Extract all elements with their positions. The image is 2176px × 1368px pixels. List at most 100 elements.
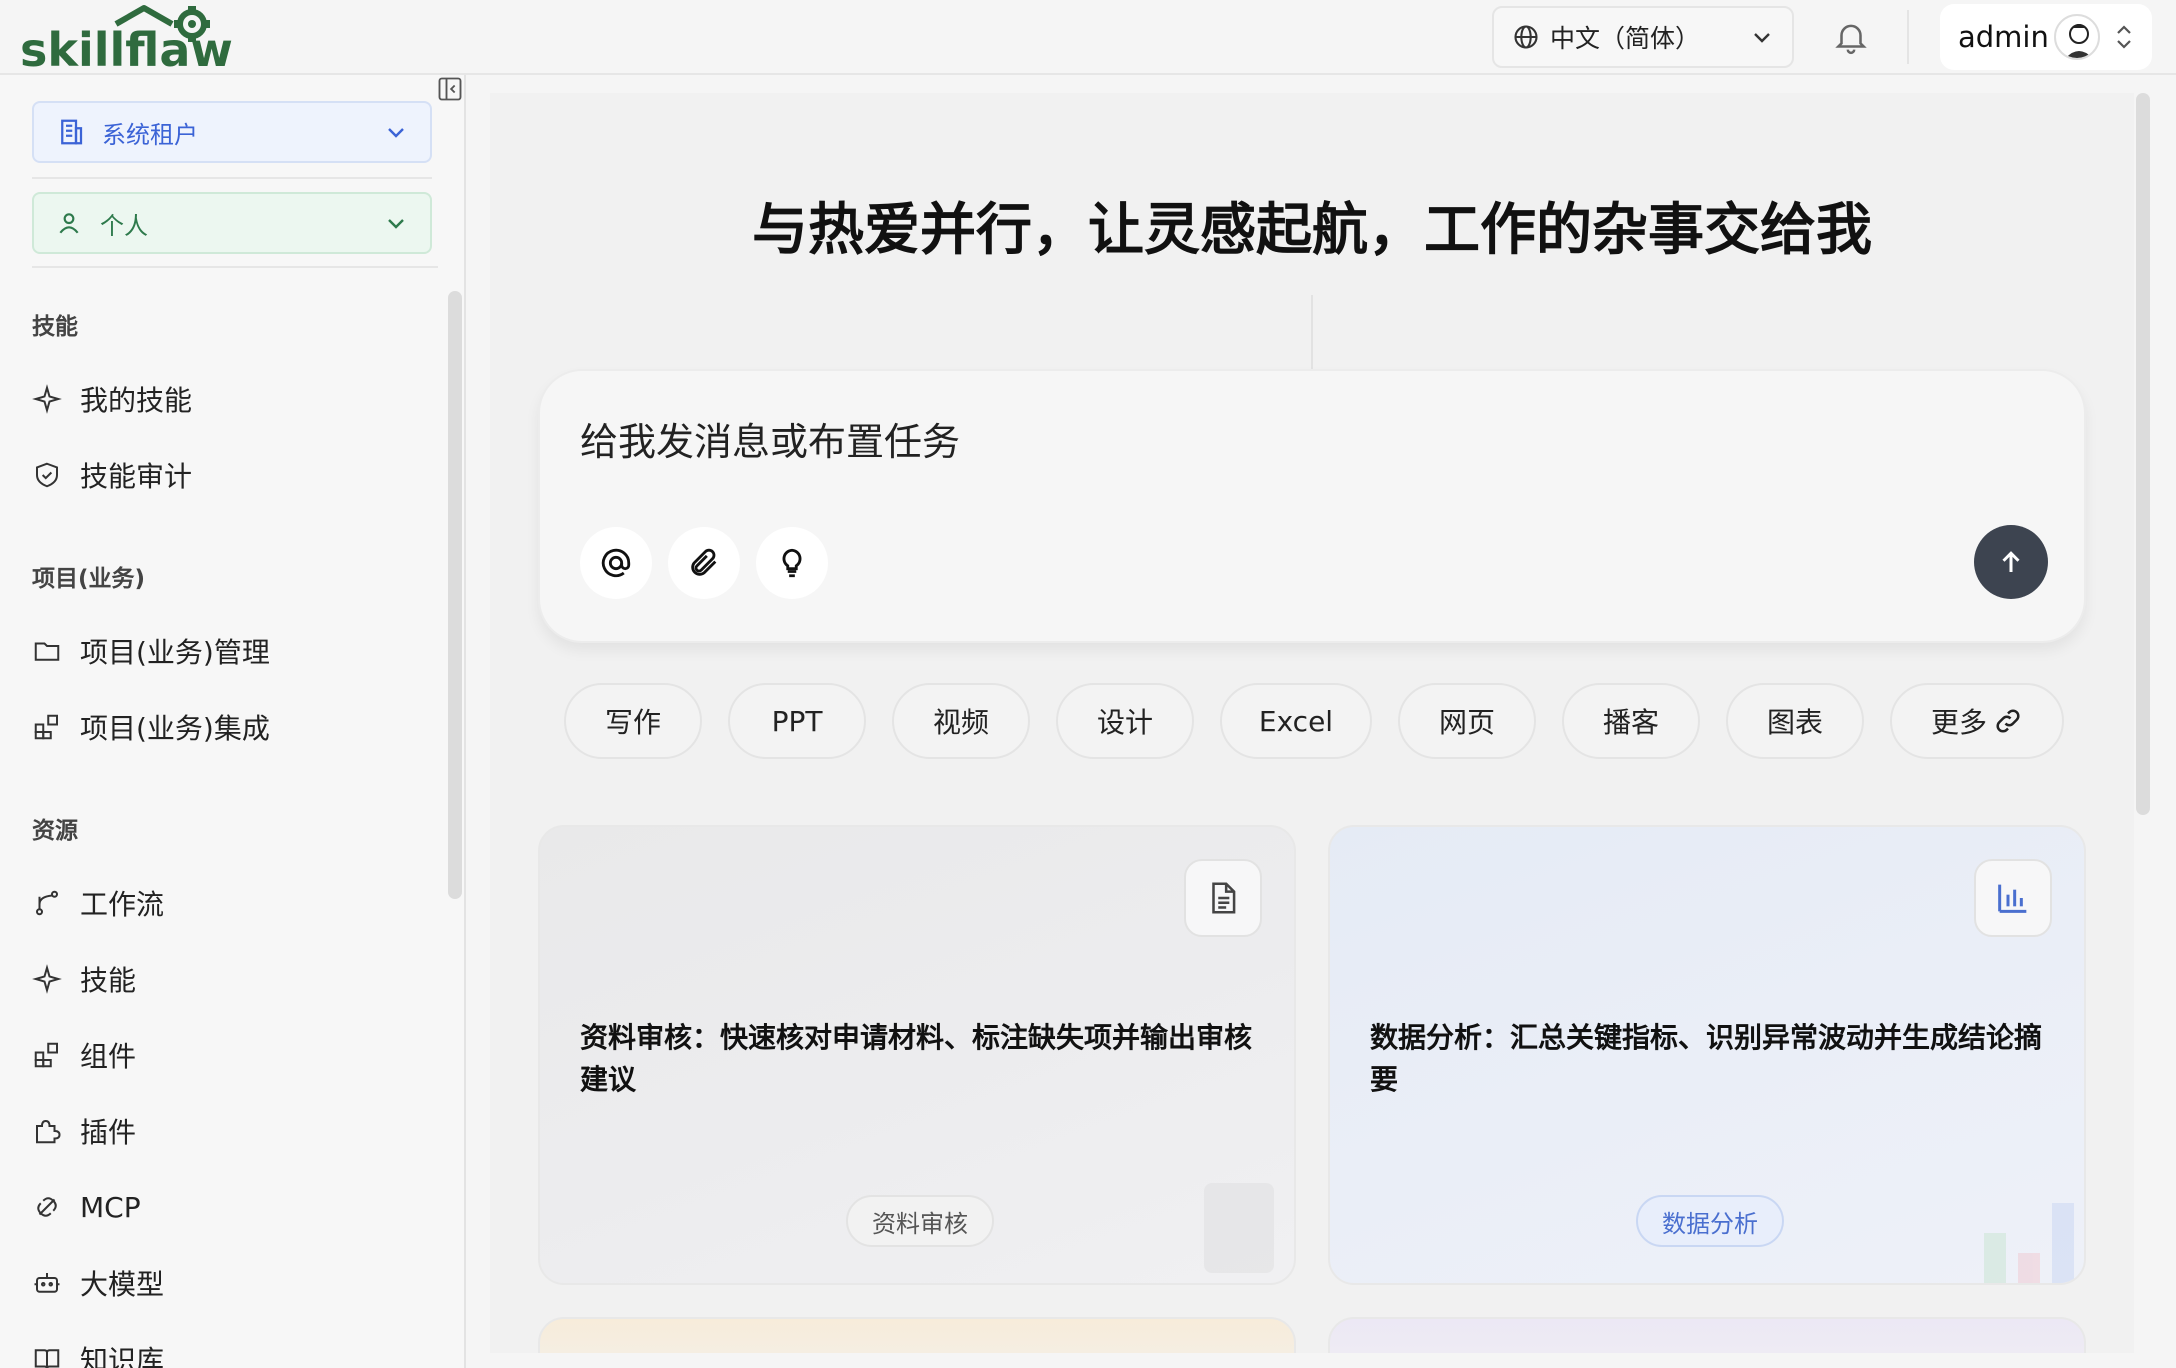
bar-chart-icon xyxy=(1974,859,2052,937)
svg-text:skillflaw: skillflaw xyxy=(20,23,233,70)
user-icon xyxy=(59,213,79,234)
chat-input-box[interactable]: 给我发消息或布置任务 xyxy=(538,369,2086,643)
sidebar-item-llm[interactable]: 大模型 xyxy=(32,1261,164,1305)
sidebar-item-label: 项目(业务)管理 xyxy=(80,636,270,669)
sidebar-item-label: 插件 xyxy=(80,1116,137,1149)
sidebar-item-label: 工作流 xyxy=(80,888,165,921)
blocks-icon xyxy=(34,714,58,740)
divider xyxy=(1311,295,1313,375)
bar-chart-icon xyxy=(1984,1203,2074,1283)
quick-actions: 写作 PPT 视频 设计 Excel 网页 播客 图表 更多 xyxy=(564,683,2064,759)
sidebar-item-skills[interactable]: 技能 xyxy=(32,957,136,1001)
chip-more-label: 更多 xyxy=(1930,706,1987,739)
sparkle-icon xyxy=(32,964,62,994)
folder-icon xyxy=(34,642,60,661)
sidebar-item-project-management[interactable]: 项目(业务)管理 xyxy=(32,629,270,673)
task-card-document-review[interactable]: 资料审核：快速核对申请材料、标注缺失项并输出审核建议 资料审核 xyxy=(538,825,1296,1285)
robot-icon xyxy=(34,1273,60,1293)
document-icon xyxy=(1204,1183,1274,1273)
sparkle-icon xyxy=(32,384,62,414)
sidebar-item-label: 技能 xyxy=(80,964,137,997)
collapse-sidebar-icon[interactable] xyxy=(436,75,464,103)
chevron-updown-icon xyxy=(2117,25,2131,49)
chevron-down-icon xyxy=(388,128,404,138)
mention-button[interactable] xyxy=(580,527,652,599)
document-icon xyxy=(1184,859,1262,937)
chevron-down-icon xyxy=(388,219,404,229)
sidebar-item-label: 技能审计 xyxy=(80,460,193,493)
sidebar-item-mcp[interactable]: MCP xyxy=(32,1185,141,1229)
task-card-partial[interactable] xyxy=(538,1317,1296,1353)
user-menu[interactable]: admin xyxy=(1940,4,2152,70)
chip-webpage[interactable]: 网页 xyxy=(1398,683,1536,759)
section-title-resources: 资源 xyxy=(32,818,78,844)
bell-icon[interactable] xyxy=(1832,18,1870,56)
tenant-label: 系统租户 xyxy=(102,120,198,149)
section-title-projects: 项目(业务) xyxy=(32,566,146,592)
divider xyxy=(32,177,432,179)
sidebar-item-workflow[interactable]: 工作流 xyxy=(32,881,164,925)
sidebar-item-label: MCP xyxy=(80,1190,141,1224)
section-title-skills: 技能 xyxy=(32,314,78,340)
attach-button[interactable] xyxy=(668,527,740,599)
chip-design[interactable]: 设计 xyxy=(1056,683,1194,759)
main-content: 与热爱并行，让灵感起航，工作的杂事交给我 给我发消息或布置任务 写作 PPT 视… xyxy=(490,93,2134,1353)
sidebar-item-label: 大模型 xyxy=(80,1268,165,1301)
scope-select[interactable]: 个人 xyxy=(32,192,432,254)
chat-input[interactable]: 给我发消息或布置任务 xyxy=(580,411,960,466)
sidebar-item-label: 知识库 xyxy=(80,1344,165,1368)
sidebar-item-label: 项目(业务)集成 xyxy=(80,712,270,745)
task-card-data-analysis[interactable]: 数据分析：汇总关键指标、识别异常波动并生成结论摘要 数据分析 xyxy=(1328,825,2086,1285)
app-logo[interactable]: skillflaw xyxy=(20,4,276,77)
card-title: 资料审核：快速核对申请材料、标注缺失项并输出审核建议 xyxy=(580,1021,1253,1096)
card-tag[interactable]: 数据分析 xyxy=(1636,1195,1784,1247)
avatar xyxy=(2054,14,2100,60)
page-title: 与热爱并行，让灵感起航，工作的杂事交给我 xyxy=(752,198,1872,263)
shield-check-icon xyxy=(36,462,58,488)
sidebar-item-knowledge-base[interactable]: 知识库 xyxy=(32,1337,164,1368)
chip-more[interactable]: 更多 xyxy=(1890,683,2064,759)
sidebar-item-skill-audit[interactable]: 技能审计 xyxy=(32,453,192,497)
sidebar-item-components[interactable]: 组件 xyxy=(32,1033,136,1077)
book-icon xyxy=(34,1349,60,1368)
idea-button[interactable] xyxy=(756,527,828,599)
at-sign-icon xyxy=(601,548,631,578)
send-button[interactable] xyxy=(1974,525,2048,599)
link-icon xyxy=(1996,709,2020,733)
building-icon xyxy=(61,119,83,145)
language-label: 中文（简体） xyxy=(1550,24,1701,53)
blocks-icon xyxy=(34,1042,58,1068)
sidebar-item-plugins[interactable]: 插件 xyxy=(32,1109,136,1153)
globe-icon xyxy=(1514,25,1538,49)
task-card-partial[interactable] xyxy=(1328,1317,2086,1353)
top-bar: skillflaw 中文（简体） admin xyxy=(0,0,2176,77)
divider xyxy=(1907,10,1909,64)
tenant-select[interactable]: 系统租户 xyxy=(32,101,432,163)
card-tag[interactable]: 资料审核 xyxy=(846,1195,994,1247)
puzzle-icon xyxy=(36,1119,61,1144)
chip-excel[interactable]: Excel xyxy=(1220,683,1372,759)
paperclip-icon xyxy=(691,548,717,576)
sidebar-item-label: 组件 xyxy=(80,1040,137,1073)
chip-video[interactable]: 视频 xyxy=(892,683,1030,759)
lightbulb-icon xyxy=(782,548,802,578)
chip-writing[interactable]: 写作 xyxy=(564,683,702,759)
chevron-down-icon xyxy=(1754,33,1770,43)
divider xyxy=(32,266,438,268)
card-title: 数据分析：汇总关键指标、识别异常波动并生成结论摘要 xyxy=(1370,1021,2043,1096)
sidebar-item-my-skills[interactable]: 我的技能 xyxy=(32,377,192,421)
sidebar-scrollbar[interactable] xyxy=(448,291,462,899)
chip-podcast[interactable]: 播客 xyxy=(1562,683,1700,759)
main-scrollbar[interactable] xyxy=(2136,93,2150,815)
chip-ppt[interactable]: PPT xyxy=(728,683,866,759)
sidebar: 系统租户 个人 技能 我的技能 技能审计 项目(业务) 项目(业务)管理 项目(… xyxy=(0,75,466,1368)
arrow-up-icon xyxy=(2002,551,2020,572)
sidebar-item-project-integration[interactable]: 项目(业务)集成 xyxy=(32,705,270,749)
sidebar-item-label: 我的技能 xyxy=(80,384,193,417)
scope-label: 个人 xyxy=(100,211,148,240)
plug-icon xyxy=(37,1197,57,1217)
git-branch-icon xyxy=(36,890,58,916)
language-select[interactable]: 中文（简体） xyxy=(1492,6,1794,68)
user-name: admin xyxy=(1958,20,2049,54)
chip-chart[interactable]: 图表 xyxy=(1726,683,1864,759)
